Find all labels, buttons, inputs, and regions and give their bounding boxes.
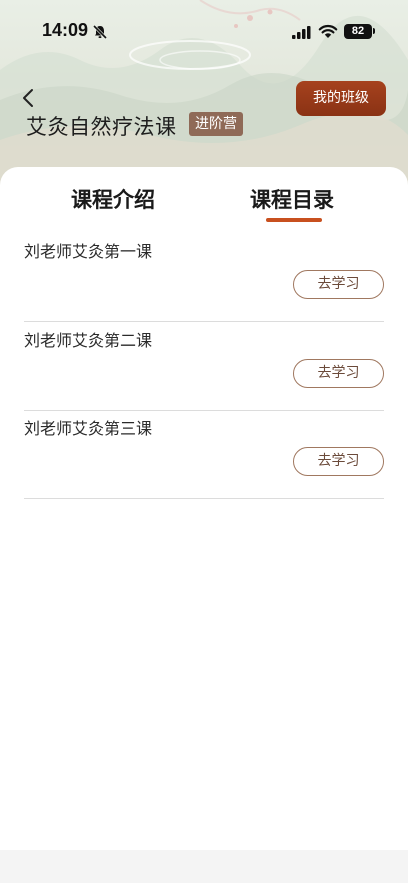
lesson-item: 刘老师艾灸第二课 去学习	[24, 323, 384, 411]
tab-course-catalog[interactable]: 课程目录	[250, 184, 334, 214]
page-title: 艾灸自然疗法课	[26, 115, 177, 139]
bell-slash-icon	[92, 24, 108, 40]
lesson-title: 刘老师艾灸第一课	[24, 242, 153, 261]
signal-icon	[292, 26, 311, 39]
go-study-button[interactable]: 去学习	[293, 359, 384, 388]
my-class-button[interactable]: 我的班级	[296, 81, 386, 116]
content-panel: 课程介绍 课程目录 刘老师艾灸第一课 去学习 刘老师艾灸第二课 去学习 刘老师艾…	[0, 167, 408, 883]
lesson-title: 刘老师艾灸第二课	[24, 331, 153, 350]
level-badge: 进阶营	[189, 112, 243, 136]
wifi-icon	[318, 24, 338, 38]
battery-tip	[373, 28, 375, 34]
lesson-item: 刘老师艾灸第三课 去学习	[24, 411, 384, 499]
status-time: 14:09	[42, 20, 89, 40]
go-study-button[interactable]: 去学习	[293, 447, 384, 476]
status-bar: 14:09 82	[0, 0, 408, 54]
go-study-button[interactable]: 去学习	[293, 270, 384, 299]
active-tab-indicator	[266, 218, 322, 222]
bottom-bar	[0, 850, 408, 883]
battery-icon: 82	[344, 24, 372, 39]
lesson-item: 刘老师艾灸第一课 去学习	[24, 234, 384, 322]
lesson-title: 刘老师艾灸第三课	[24, 419, 153, 438]
tab-course-intro[interactable]: 课程介绍	[71, 184, 155, 214]
back-icon[interactable]	[18, 86, 40, 110]
